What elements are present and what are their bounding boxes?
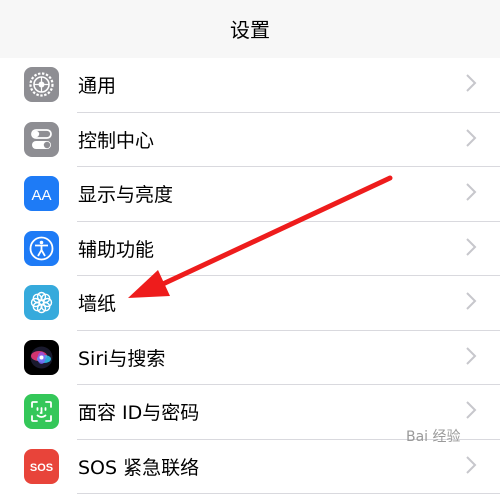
- settings-row-wallpaper[interactable]: 墙纸: [0, 276, 500, 331]
- page-title: 设置: [0, 14, 500, 43]
- face-id-icon: [24, 394, 59, 429]
- row-label: 辅助功能: [78, 235, 154, 262]
- sos-icon: SOS: [24, 449, 59, 484]
- navigation-bar: 设置: [0, 0, 500, 59]
- accessibility-icon: [24, 231, 59, 266]
- settings-row-display-brightness[interactable]: AA 显示与亮度: [0, 167, 500, 222]
- chevron-right-icon: [464, 290, 478, 312]
- flower-icon: [24, 285, 59, 320]
- chevron-right-icon: [464, 127, 478, 149]
- toggle-switches-icon: [24, 122, 59, 157]
- chevron-right-icon: [464, 181, 478, 203]
- svg-text:AA: AA: [31, 187, 51, 204]
- row-label: SOS 紧急联络: [78, 453, 199, 480]
- aa-text-icon: AA: [24, 176, 59, 211]
- chevron-right-icon: [464, 72, 478, 94]
- settings-row-emergency-sos[interactable]: SOS SOS 紧急联络: [0, 440, 500, 494]
- sos-icon-text: SOS: [30, 462, 53, 474]
- gear-icon: [24, 67, 59, 102]
- row-label: 显示与亮度: [78, 180, 173, 207]
- row-label: 控制中心: [78, 126, 154, 153]
- settings-row-accessibility[interactable]: 辅助功能: [0, 222, 500, 277]
- siri-icon: [24, 340, 59, 375]
- settings-row-control-center[interactable]: 控制中心: [0, 113, 500, 168]
- row-label: 面容 ID与密码: [78, 398, 199, 425]
- chevron-right-icon: [464, 454, 478, 476]
- chevron-right-icon: [464, 399, 478, 421]
- row-label: 通用: [78, 71, 116, 98]
- settings-row-siri-search[interactable]: Siri与搜索: [0, 331, 500, 386]
- chevron-right-icon: [464, 345, 478, 367]
- row-label: 墙纸: [78, 289, 116, 316]
- watermark-logo: Bai 经验: [406, 426, 461, 446]
- chevron-right-icon: [464, 236, 478, 258]
- row-label: Siri与搜索: [78, 344, 165, 371]
- settings-row-general[interactable]: 通用: [0, 58, 500, 113]
